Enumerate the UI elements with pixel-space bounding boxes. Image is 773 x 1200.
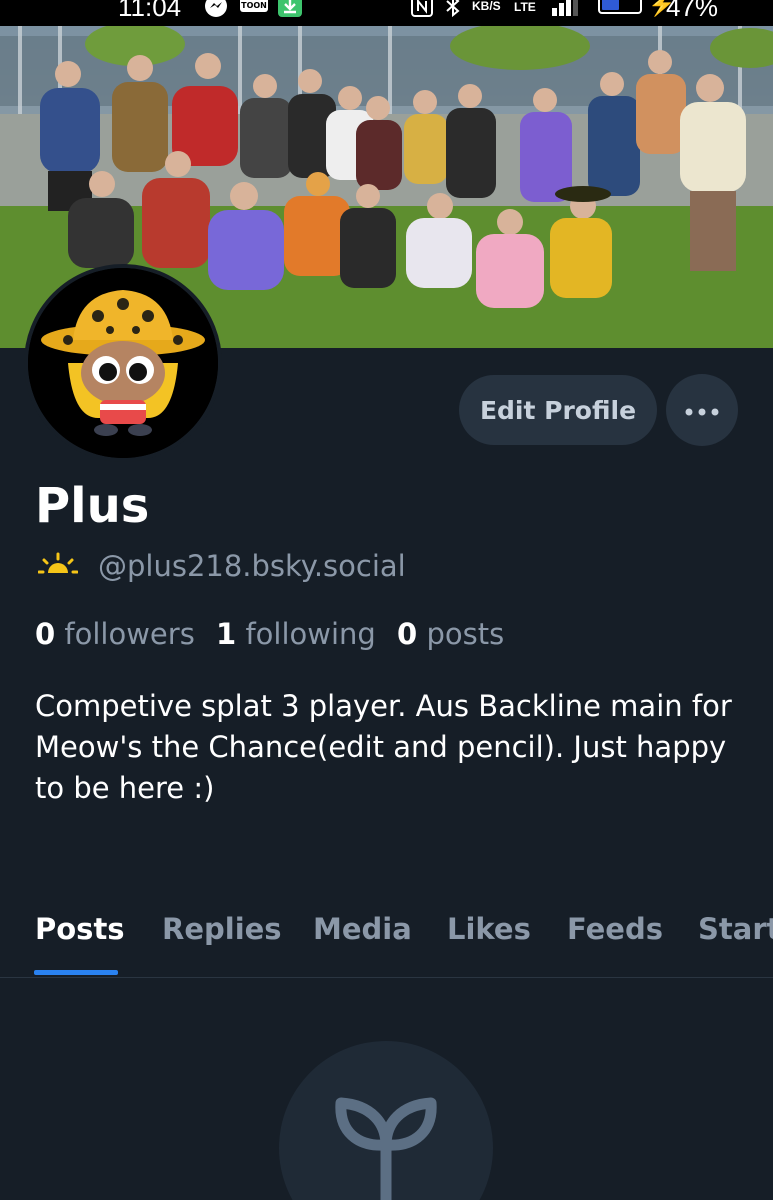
- posts-label: posts: [426, 617, 505, 651]
- tab-feeds[interactable]: Feeds: [567, 912, 663, 946]
- tab-likes[interactable]: Likes: [447, 912, 531, 946]
- active-tab-indicator: [34, 970, 118, 975]
- followers-count: 0: [35, 617, 56, 651]
- profile-bio: Competive splat 3 player. Aus Backline m…: [35, 689, 732, 805]
- download-icon: [278, 0, 302, 22]
- handle[interactable]: @plus218.bsky.social: [98, 549, 406, 583]
- tab-replies[interactable]: Replies: [162, 912, 282, 946]
- avatar-image: [28, 268, 218, 458]
- network-type: LTE: [514, 0, 536, 14]
- net-speed-unit: KB/S: [472, 0, 501, 13]
- sun-icon: [37, 551, 79, 581]
- following-stat[interactable]: 1 following: [216, 617, 376, 651]
- empty-state: [279, 1041, 493, 1200]
- profile-tabs: Posts Replies Media Likes Feeds Starter: [0, 900, 773, 978]
- tab-media[interactable]: Media: [313, 912, 412, 946]
- battery-level: [602, 0, 619, 10]
- followers-label: followers: [64, 617, 195, 651]
- following-label: following: [245, 617, 376, 651]
- status-time: 11:04: [118, 0, 182, 22]
- signal-icon: [552, 0, 580, 21]
- messenger-icon: [204, 0, 228, 23]
- more-options-button[interactable]: [666, 374, 738, 446]
- handle-row: @plus218.bsky.social: [37, 549, 406, 583]
- bluetooth-icon: [444, 0, 462, 23]
- profile-stats: 0 followers 1 following 0 posts: [35, 617, 504, 651]
- battery-icon: [598, 0, 642, 14]
- nfc-icon: [410, 0, 434, 23]
- profile-screen: 11:04 TOON KB/S LTE ⚡ 47% Edit Profile P…: [0, 0, 773, 1200]
- battery-percent: 47%: [666, 0, 719, 22]
- tab-posts[interactable]: Posts: [35, 912, 125, 946]
- webtoon-label: TOON: [241, 1, 267, 10]
- posts-stat: 0 posts: [397, 617, 504, 651]
- followers-stat[interactable]: 0 followers: [35, 617, 195, 651]
- edit-profile-button[interactable]: Edit Profile: [459, 375, 657, 445]
- status-bar: 11:04 TOON KB/S LTE ⚡ 47%: [0, 0, 773, 26]
- webtoon-icon: TOON: [240, 0, 268, 19]
- ellipsis-icon: [685, 401, 719, 420]
- avatar[interactable]: [24, 264, 222, 462]
- posts-count: 0: [397, 617, 418, 651]
- following-count: 1: [216, 617, 237, 651]
- tab-starter-packs[interactable]: Starter: [698, 912, 773, 946]
- display-name: Plus: [35, 478, 150, 534]
